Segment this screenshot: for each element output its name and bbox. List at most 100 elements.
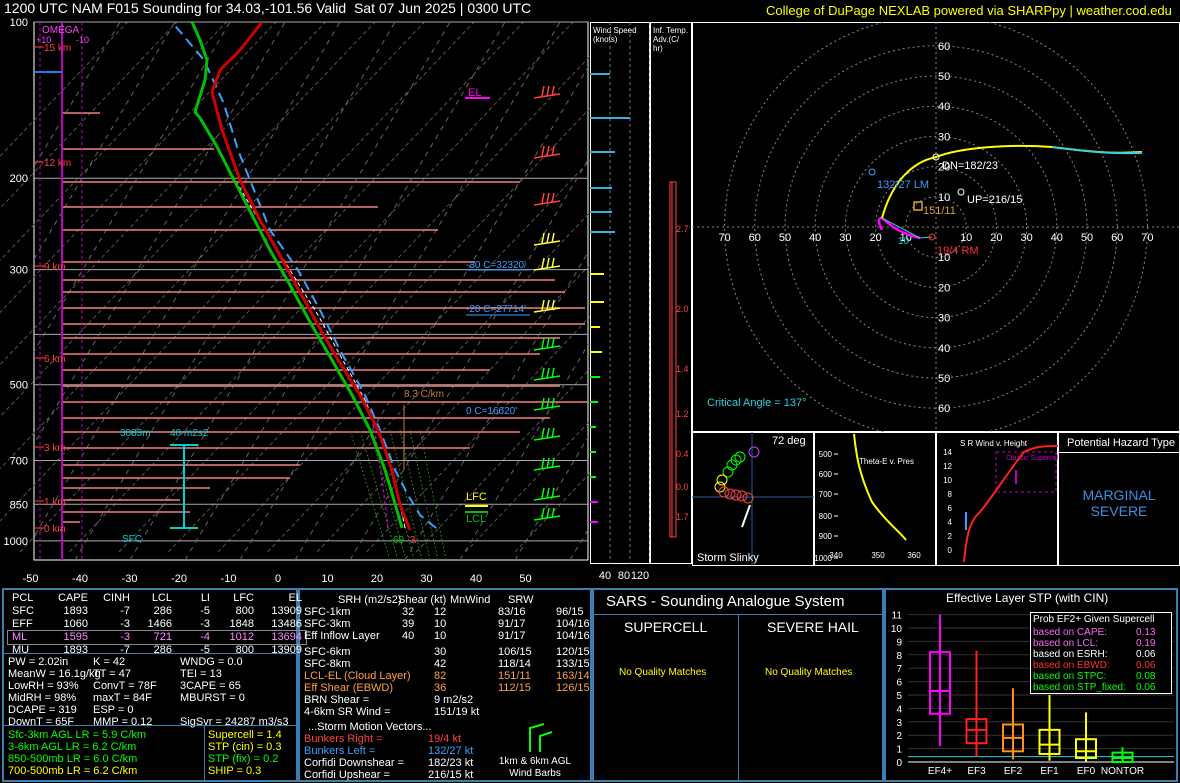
stp-y-tick: 4: [896, 704, 902, 715]
eil-srh-label: 40 m2s2: [170, 428, 209, 439]
dry-adiabat: [34, 22, 121, 168]
stp-category-label: EF4+: [928, 766, 952, 777]
isotherm-line: [465, 420, 590, 553]
pressure-tick-label: 500: [10, 380, 28, 392]
barb-glyph: [529, 723, 545, 752]
stp-legend-value: 0.06: [1136, 660, 1156, 671]
stp-legend-label: based on LCL:: [1033, 638, 1099, 649]
corfidi-up-marker: [957, 188, 965, 196]
hodograph-x-label: 60: [749, 232, 761, 244]
wind-barb: [546, 192, 550, 204]
isotherm-line: [316, 263, 590, 553]
temp-tick-label: -50: [23, 573, 39, 585]
temp-tick-label: 10: [321, 573, 333, 585]
slinky-label: Storm Slinky: [697, 552, 759, 564]
hodograph-x-label: 20: [869, 232, 881, 244]
hodograph-ring-label: 60: [938, 41, 950, 53]
pressure-tick-label: 100: [10, 17, 28, 29]
stp-legend-title: Prob EF2+ Given Supercell: [1033, 614, 1155, 625]
isotherm-line: [0, 21, 128, 157]
isotherm-line: [19, 21, 524, 553]
theta-x-tick: 350: [871, 551, 885, 560]
cell: -4: [200, 631, 210, 643]
isotherm-line: [69, 21, 574, 553]
hodograph-x-label: 70: [718, 232, 730, 244]
wind-barb: [541, 232, 545, 244]
isotherm-line: [217, 159, 590, 553]
dry-adiabat: [514, 436, 588, 560]
hodograph-inner-label: 10: [898, 236, 910, 247]
cell: 1060: [63, 618, 88, 630]
dry-adiabat: [404, 251, 588, 560]
stp-y-tick: 10: [891, 624, 903, 635]
hodograph-ring-label: 40: [938, 343, 950, 355]
stp-legend-label: based on STPC:: [1033, 671, 1107, 682]
hazard-value: MARGINAL SEVERE: [1082, 487, 1156, 519]
divider: [204, 726, 205, 780]
temp-tick-label: 0: [275, 573, 281, 585]
theta-y-tick: 800: [819, 512, 833, 521]
wind-barb: [546, 487, 550, 499]
isotherm-line: [0, 21, 277, 314]
cell: 13909: [271, 605, 302, 617]
height-label: 9 km: [44, 262, 66, 273]
srwind-trace: [963, 445, 1058, 563]
parcel-table: PCL CAPE CINH LCL LI LFC EL SFC 1893 -7 286…: [7, 592, 307, 657]
srwind-tick: 6: [948, 504, 953, 513]
hodograph-x-label: 30: [839, 232, 851, 244]
barb-legend-label: 1km & 6km AGL Wind Barbs: [498, 756, 572, 779]
temp-tick-label: -30: [122, 573, 138, 585]
isotherm-line: [0, 21, 178, 210]
kinematic-value: 126/15: [556, 682, 590, 694]
pressure-tick-label: 1000: [4, 536, 28, 548]
cell: 13909: [271, 644, 302, 656]
cell: -3: [200, 618, 210, 630]
skewt-chart: 100 200 300 500 700 850 1000 -50 -40 -30 -20 -10 0 10…: [0, 17, 590, 585]
bunkers-right-label: 19/4 RM: [937, 245, 979, 257]
cell: -3: [120, 631, 130, 643]
slinky-vector: [741, 504, 751, 528]
dry-adiabat: [239, 22, 561, 560]
parcel-row-ml[interactable]: ML 1595 -3 721 -4 1012 13694: [7, 630, 307, 645]
stp-y-tick: 11: [892, 611, 903, 622]
stp-category-label: EF0: [1077, 766, 1096, 777]
divider: [4, 653, 296, 654]
isotherm-line: [415, 368, 590, 553]
storm-motion-value: 216/15 kt: [428, 769, 474, 781]
cell: 721: [153, 631, 172, 643]
cell: 286: [153, 605, 172, 617]
wind-barb: [541, 145, 545, 157]
stp-legend-label: based on STP_fixed:: [1033, 682, 1126, 693]
pressure-tick-label: 700: [10, 456, 28, 468]
wind-barb: [541, 337, 545, 349]
index-value: DownT = 65F: [8, 716, 75, 728]
wind-speed-chart: 40 80 120: [590, 22, 650, 582]
srwind-tick: 4: [948, 518, 953, 527]
sars-supercell-matches: No Quality Matches: [619, 667, 707, 678]
hodograph-ring-label: 50: [938, 71, 950, 83]
kinematic-header: MnWind: [450, 594, 491, 606]
corfidi-down-label: DN=182/23: [942, 160, 998, 172]
wind-barb: [546, 457, 550, 469]
corfidi-up-label: UP=216/15: [967, 194, 1022, 206]
theta-x-tick: 360: [907, 551, 921, 560]
slinky-circle: [716, 474, 728, 486]
bunkers-left-label: 132/27 LM: [877, 179, 929, 191]
cell: 286: [153, 644, 172, 656]
credit-line: College of DuPage NEXLAB powered via SHA…: [766, 3, 1172, 18]
pressure-tick-label: 300: [10, 265, 28, 277]
omega-scale: +10: [36, 35, 51, 45]
height-label: 0 km: [44, 524, 66, 535]
theta-y-tick: 900: [819, 532, 833, 541]
wind-speed-tick: 120: [631, 570, 649, 582]
wind-speed-tick: 80: [618, 570, 630, 582]
hodograph-ring-label: 30: [938, 313, 950, 325]
stp-y-tick: 6: [896, 678, 902, 689]
sars-supercell-title: SUPERCELL: [624, 619, 708, 635]
hazard-title: Potential Hazard Type: [1067, 437, 1176, 449]
cell: 1012: [229, 631, 254, 643]
wind-barb: [541, 257, 545, 269]
isotherm-line: [168, 107, 590, 553]
wind-barb: [541, 487, 545, 499]
wind-barb: [541, 507, 545, 519]
